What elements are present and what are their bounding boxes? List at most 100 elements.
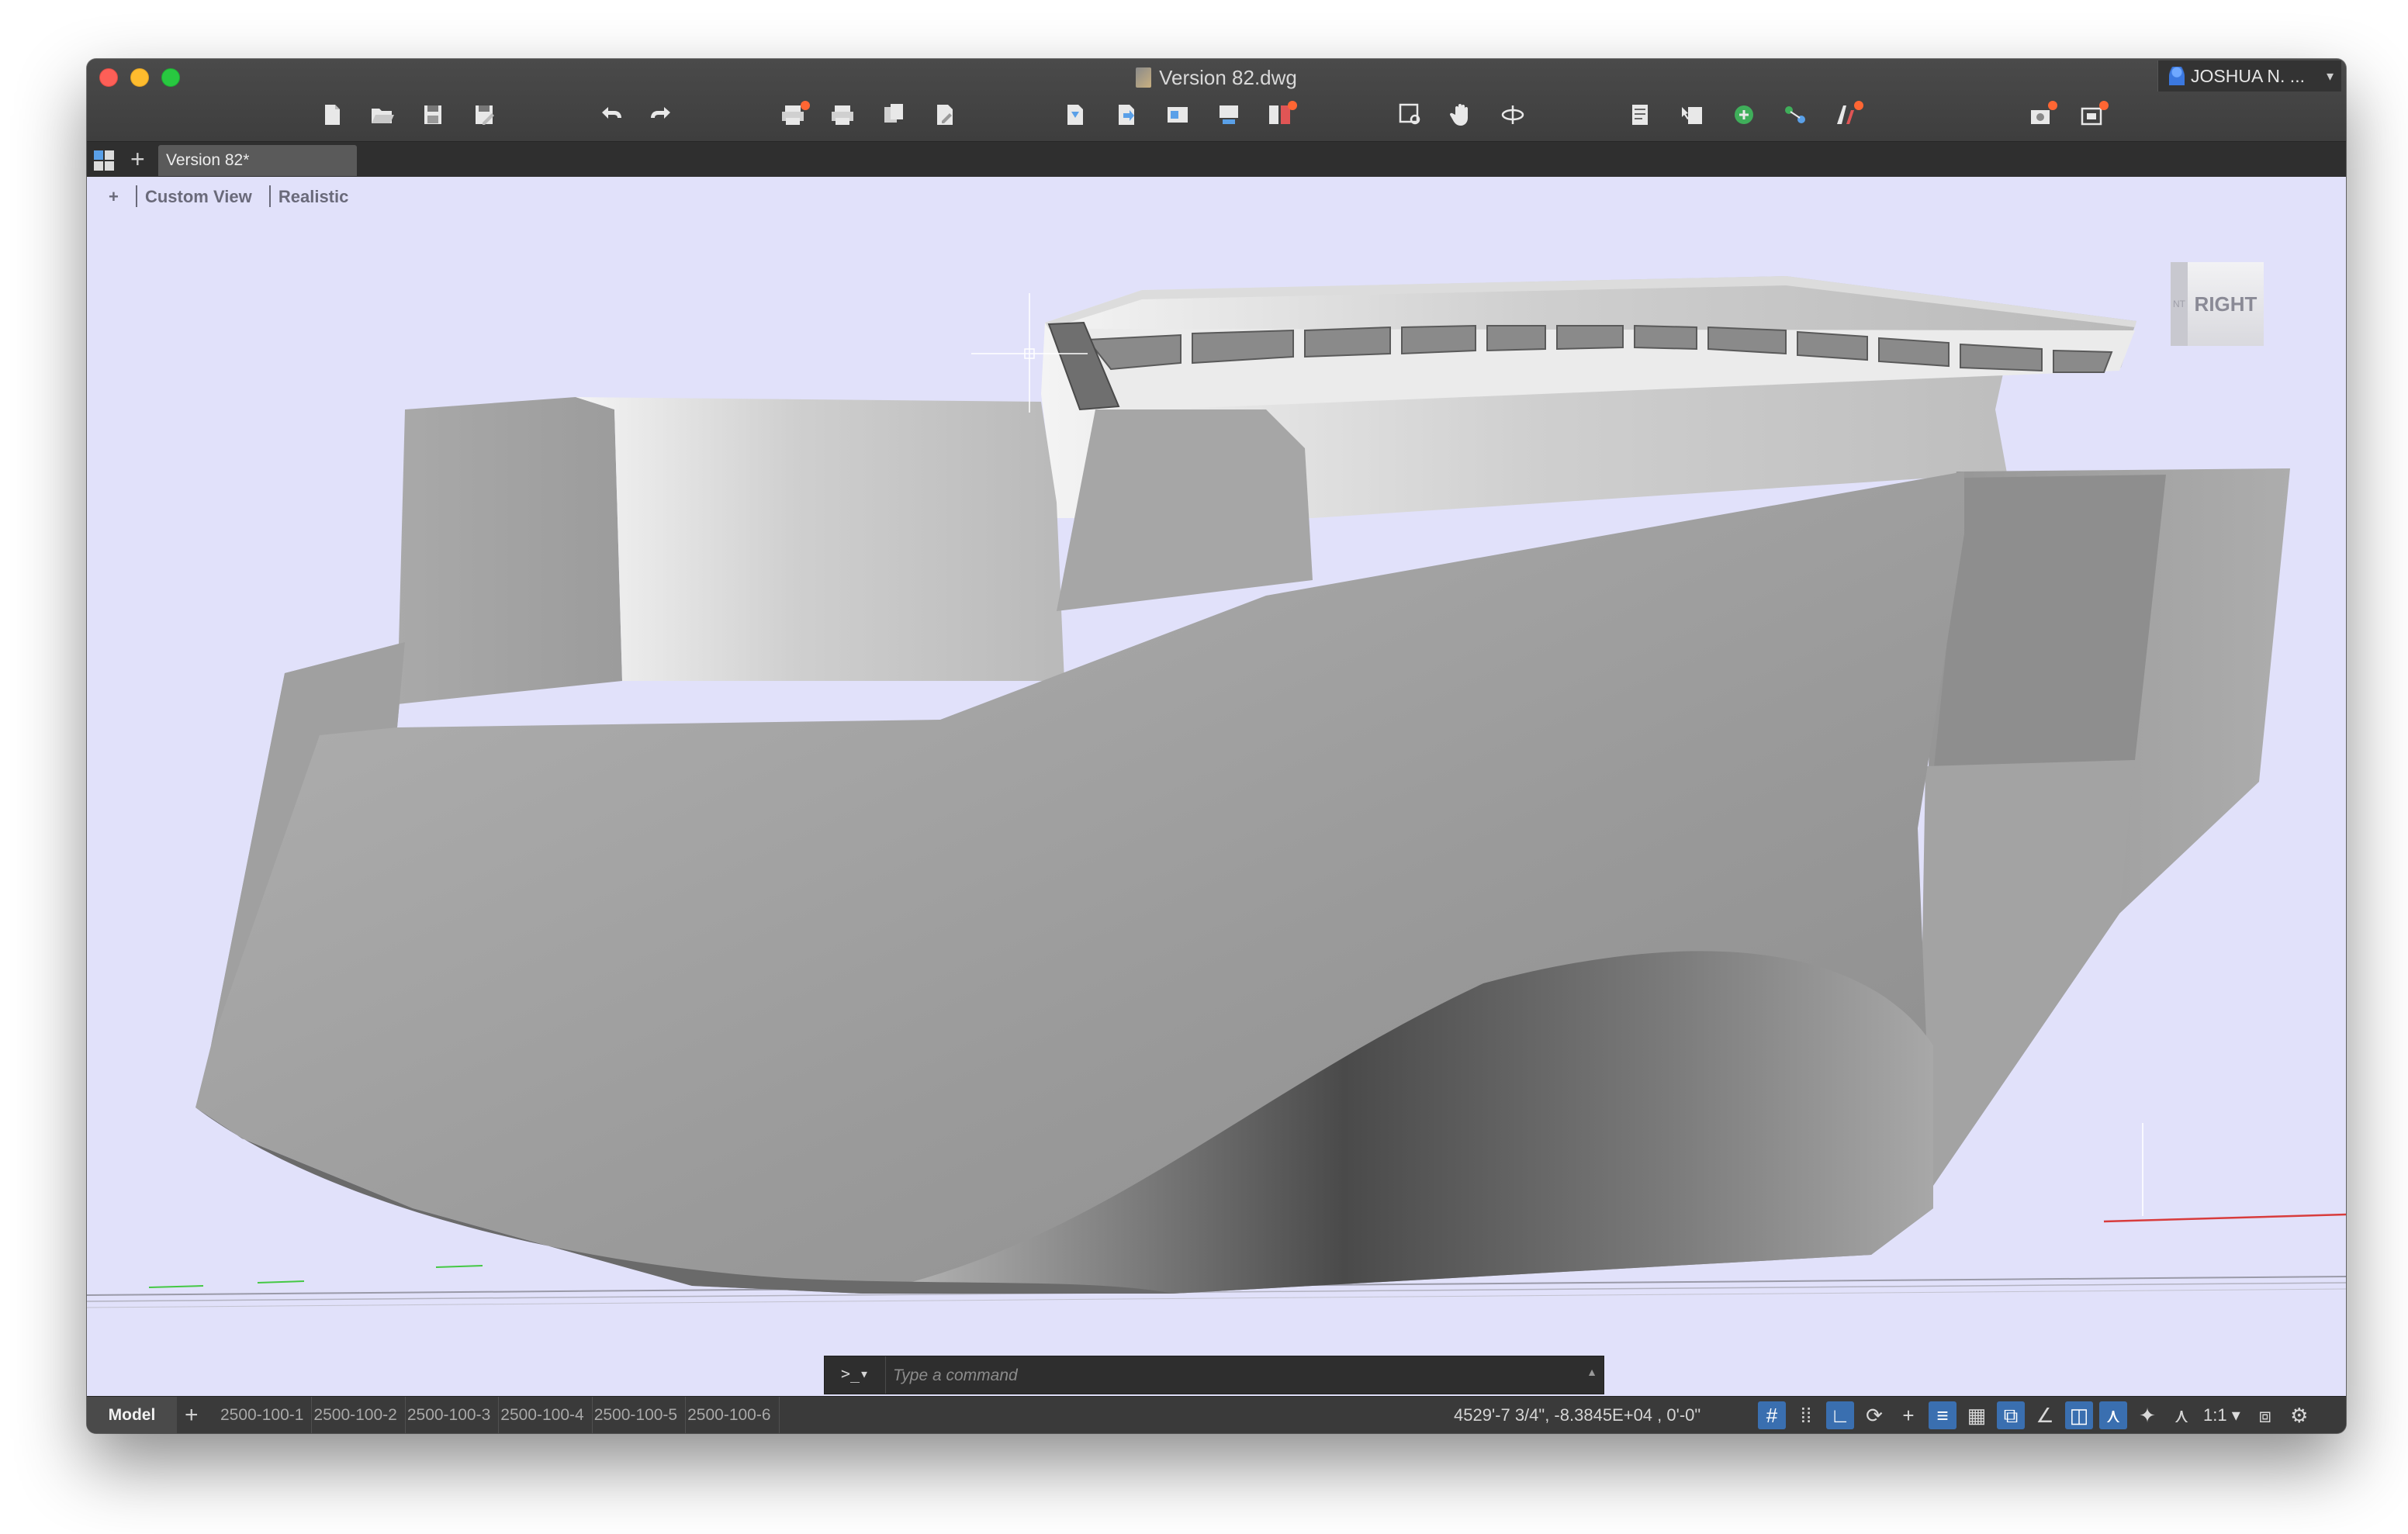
command-input[interactable] [891,1363,1577,1389]
layout-tab[interactable]: 2500-100-5 [593,1397,687,1433]
grid-icon[interactable]: # [1758,1401,1786,1429]
view-control[interactable]: Custom View [145,187,252,206]
etransmit-icon [1220,105,1238,124]
zoom-window-icon [1399,103,1420,125]
app-window: Version 82.dwg JOSHUA N. ...▾ + Version [87,59,2346,1433]
units-icon[interactable]: ⋏ [2099,1401,2127,1429]
properties-icon [1632,105,1648,125]
add-layout-button[interactable]: + [185,1397,199,1433]
page-setup-button[interactable] [878,99,909,130]
save-icon [424,105,441,124]
dynamic-ucs-icon[interactable]: ∠ [2031,1401,2059,1429]
title-bar: Version 82.dwg JOSHUA N. ... ▾ [87,59,2346,141]
coordinate-readout: 4529'-7 3/4", -8.3845E+04 , 0'-0" [1454,1405,1701,1425]
layer-icon [1735,105,1753,124]
notification-dot [2099,101,2109,110]
chevron-up-icon[interactable]: ▲ [1586,1366,1597,1378]
layer-button[interactable] [1728,99,1759,130]
capture-button[interactable] [2076,99,2109,130]
save-as-icon [476,105,494,125]
new-icon [325,105,340,125]
tab-document[interactable]: Version 82* [158,145,357,176]
polar-icon[interactable]: ⟳ [1860,1401,1888,1429]
notification-dot [2048,101,2057,110]
file-grid-icon[interactable] [93,150,115,171]
layout-tabs: 2500-100-1 2500-100-2 2500-100-3 2500-100-4… [219,1397,780,1433]
plot-button[interactable] [777,99,810,130]
orbit-button[interactable] [1497,99,1528,130]
export-button[interactable] [1111,99,1142,130]
notification-dot [1288,101,1297,110]
measure-button[interactable] [1831,99,1863,130]
transparency-icon[interactable]: ▦ [1963,1401,1991,1429]
viewcube-right-face[interactable]: RIGHT [2188,262,2264,346]
annotation-monitor-icon[interactable]: ◫ [2065,1401,2093,1429]
open-button[interactable] [366,99,397,130]
workspace-icon[interactable]: ⧈ [2251,1401,2279,1429]
layout-tab[interactable]: 2500-100-6 [686,1397,780,1433]
selection-cycling-icon[interactable]: ⧉ [1997,1401,2025,1429]
print-button[interactable] [827,99,858,130]
layout-tab[interactable]: 2500-100-2 [312,1397,406,1433]
layout-tab[interactable]: 2500-100-1 [219,1397,313,1433]
ortho-icon[interactable]: ∟ [1826,1401,1854,1429]
viewcube-side-face[interactable]: NT [2171,262,2188,346]
viewport-controls: + Custom View Realistic [109,183,353,211]
layout-tab[interactable]: 2500-100-3 [406,1397,500,1433]
settings-icon[interactable]: ⚙ [2285,1401,2313,1429]
match-properties-button[interactable] [1677,99,1708,130]
document-tab-bar: + Version 82* [87,141,2346,178]
etransmit-button[interactable] [1213,99,1244,130]
render-button[interactable] [2025,99,2057,130]
redo-button[interactable] [645,99,676,130]
group-button[interactable] [1780,99,1811,130]
window-title: Version 82.dwg [87,62,2346,93]
user-name: JOSHUA N. ... [2191,66,2305,86]
auto-scale-icon[interactable]: ⋏ [2168,1401,2195,1429]
notification-dot [1854,101,1863,110]
orbit-icon [1501,105,1524,124]
annotation-visibility-icon[interactable]: ✦ [2133,1401,2161,1429]
user-icon [2169,67,2185,85]
dwg-file-icon [1136,67,1152,88]
save-as-button[interactable] [469,99,500,130]
import-button[interactable] [1060,99,1091,130]
attach-button[interactable] [1162,99,1193,130]
properties-button[interactable] [1626,99,1657,130]
user-account-menu[interactable]: JOSHUA N. ... ▾ [2157,60,2341,92]
drawing-viewport[interactable]: + Custom View Realistic NT RIGHT >_▾ ▲ [87,177,2346,1396]
viewport-menu-button[interactable]: + [109,187,119,206]
chevron-down-icon: ▾ [2326,68,2334,84]
status-bar: Model + 2500-100-1 2500-100-2 2500-100-3 25… [87,1396,2346,1433]
undo-icon [602,107,621,119]
xref-button[interactable] [1265,99,1297,130]
publish-button[interactable] [929,99,960,130]
boat-model[interactable] [87,177,2346,1396]
snap-icon[interactable]: ⁞⁞ [1792,1401,1820,1429]
tab-model[interactable]: Model [87,1397,177,1433]
annotation-scale[interactable]: 1:1 ▾ [2203,1397,2240,1433]
command-line[interactable]: >_▾ ▲ [824,1356,1604,1394]
osnap-icon[interactable]: + [1894,1401,1922,1429]
layout-tab[interactable]: 2500-100-4 [499,1397,593,1433]
redo-icon [651,107,670,119]
visual-style-control[interactable]: Realistic [279,187,349,206]
open-icon [372,109,394,123]
import-icon [1067,105,1083,125]
match-icon [1682,107,1702,124]
page-setup-icon [884,104,903,123]
command-history-button[interactable]: >_▾ [825,1356,886,1394]
new-tab-button[interactable]: + [130,145,145,173]
viewcube[interactable]: NT RIGHT [2171,262,2264,346]
new-button[interactable] [317,99,348,130]
lineweight-icon[interactable]: ≡ [1929,1401,1956,1429]
divider [268,185,271,207]
publish-icon [937,105,953,125]
pan-button[interactable] [1446,99,1477,130]
window-title-text: Version 82.dwg [1159,66,1297,89]
export-icon [1119,105,1134,125]
status-toggles: # ⁞⁞ ∟ ⟳ + ≡ ▦ ⧉ ∠ ◫ ⋏ ✦ ⋏ 1:1 ▾ ⧈ ⚙ [1758,1401,2320,1429]
save-button[interactable] [417,99,448,130]
zoom-window-button[interactable] [1395,99,1426,130]
undo-button[interactable] [596,99,627,130]
